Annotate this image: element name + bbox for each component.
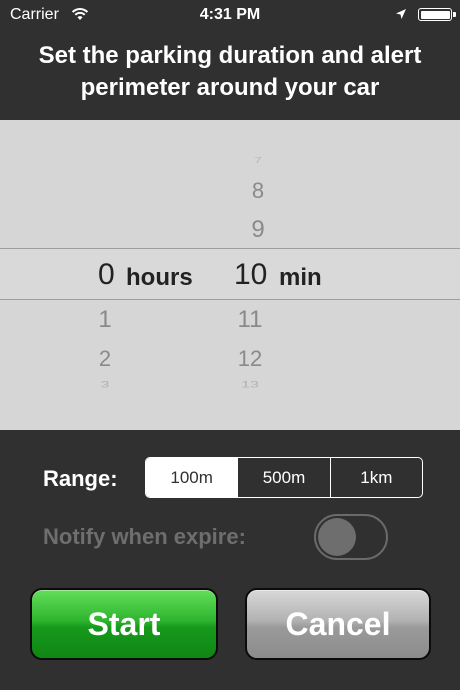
picker-hours-selected[interactable]: 0 (98, 258, 115, 292)
range-option-100m[interactable]: 100m (146, 458, 238, 497)
picker-fade-bottom (0, 375, 460, 430)
duration-picker[interactable]: 7 8 9 0 hours 10 min 1 2 3 11 12 13 (0, 120, 460, 430)
status-bar: Carrier 4:31 PM (0, 0, 460, 30)
range-option-1km[interactable]: 1km (329, 458, 422, 497)
range-option-500m[interactable]: 500m (237, 458, 329, 497)
picker-minute-below[interactable]: 12 (230, 346, 270, 372)
picker-minute-above[interactable]: 8 (238, 178, 278, 204)
start-button[interactable]: Start (30, 588, 218, 660)
page-title: Set the parking duration and alert perim… (0, 40, 460, 104)
range-segmented-control[interactable]: 100m 500m 1km (145, 457, 423, 498)
picker-hour-below[interactable]: 2 (90, 346, 120, 372)
picker-minutes-unit: min (279, 264, 322, 291)
picker-minutes-selected[interactable]: 10 (234, 258, 267, 292)
picker-minute-below[interactable]: 11 (230, 306, 270, 334)
picker-hours-unit: hours (126, 264, 193, 291)
picker-fade-top (0, 120, 460, 180)
picker-minute-above[interactable]: 9 (238, 216, 278, 244)
cancel-button[interactable]: Cancel (245, 588, 431, 660)
picker-selection-band (0, 248, 460, 300)
location-arrow-icon (396, 9, 406, 19)
battery-icon (418, 8, 456, 21)
title-line-2: perimeter around your car (80, 74, 380, 101)
notify-toggle[interactable] (314, 514, 388, 560)
notify-label: Notify when expire: (43, 524, 246, 549)
title-line-1: Set the parking duration and alert (38, 42, 422, 69)
picker-hour-below[interactable]: 1 (90, 306, 120, 334)
toggle-knob (318, 518, 356, 556)
status-time: 4:31 PM (199, 6, 261, 23)
range-label: Range: (43, 466, 118, 491)
